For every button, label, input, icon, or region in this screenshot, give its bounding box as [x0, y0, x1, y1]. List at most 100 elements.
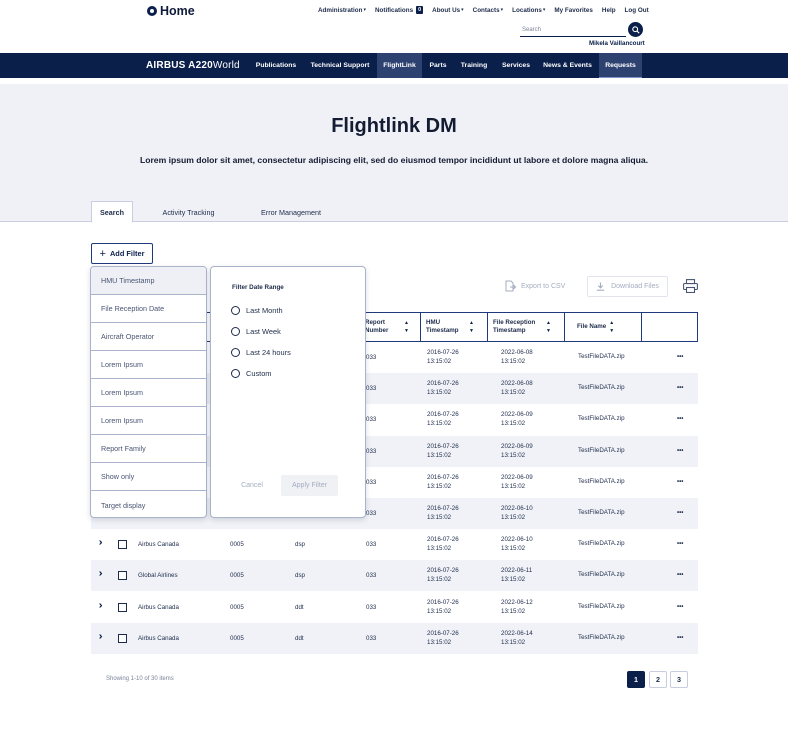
cell-report-number: 033	[366, 354, 377, 361]
download-files-label: Download Files	[611, 283, 659, 290]
tab-search[interactable]: Search	[91, 201, 133, 223]
print-button[interactable]	[683, 279, 698, 295]
nav-training[interactable]: Training	[455, 53, 493, 78]
tab-activity-tracking[interactable]: Activity Tracking	[150, 201, 227, 223]
col-hmu-timestamp[interactable]: HMU Timestamp ▲ ▼	[421, 312, 488, 342]
cell-reception-time: 13:15:02	[501, 576, 526, 583]
more-options-icon[interactable]: •••	[677, 541, 683, 547]
download-icon	[596, 282, 605, 291]
col-report-number[interactable]: Report Number ▲ ▼	[360, 312, 421, 342]
more-options-icon[interactable]: •••	[677, 510, 683, 516]
page-button-2[interactable]: 2	[649, 671, 667, 688]
cell-hmu-date: 2016-07-26	[427, 505, 459, 512]
more-options-icon[interactable]: •••	[677, 604, 683, 610]
export-csv-button[interactable]: Export to CSV	[505, 280, 565, 292]
radio-last-month[interactable]: Last Month	[231, 306, 283, 315]
filter-item-report-family[interactable]: Report Family	[91, 435, 206, 463]
cell-type: dsp	[295, 541, 305, 548]
home-logo[interactable]: Home	[147, 4, 195, 18]
util-notifications[interactable]: Notifications 0	[375, 6, 424, 14]
util-log-out[interactable]: Log Out	[625, 6, 649, 14]
nav-technical-support[interactable]: Technical Support	[306, 53, 374, 78]
nav-publications[interactable]: Publications	[249, 53, 303, 78]
filter-item-target-display[interactable]: Target display	[91, 491, 206, 517]
expand-row-chevron-icon[interactable]: ›	[99, 537, 103, 548]
row-checkbox[interactable]	[118, 540, 127, 549]
expand-row-chevron-icon[interactable]: ›	[99, 568, 103, 579]
filter-item-aircraft-operator[interactable]: Aircraft Operator	[91, 323, 206, 351]
notification-count-badge: 0	[416, 6, 424, 14]
nav-services[interactable]: Services	[496, 53, 536, 78]
radio-custom[interactable]: Custom	[231, 369, 271, 378]
cell-hmu-date: 2016-07-26	[427, 567, 459, 574]
sort-icon: ▲ ▼	[469, 320, 474, 334]
tab-error-management[interactable]: Error Management	[250, 201, 332, 223]
util-locations[interactable]: Locations ▾	[512, 6, 545, 14]
add-filter-button[interactable]: + Add Filter	[91, 243, 153, 264]
cell-reception-date: 2022-06-08	[501, 380, 533, 387]
cell-file-name: TestFileDATA.zip	[578, 447, 625, 454]
table-row[interactable]: › Airbus Canada 0005 ddt 033 2016-07-26 13:15:…	[91, 623, 698, 654]
radio-circle-icon	[231, 369, 240, 378]
cell-report-number: 033	[366, 541, 377, 548]
table-row[interactable]: › Global Airlines 0005 dsp 033 2016-07-26 13:1…	[91, 560, 698, 591]
util-my-favorites[interactable]: My Favorites	[554, 6, 593, 14]
cell-reception-date: 2022-06-10	[501, 536, 533, 543]
filter-item-file-reception-date[interactable]: File Reception Date	[91, 295, 206, 323]
cell-type: ddt	[295, 604, 304, 611]
cell-report-number: 033	[366, 604, 377, 611]
col-file-reception-timestamp[interactable]: File Reception Timestamp ▲ ▼	[488, 312, 565, 342]
radio-last-24-hours[interactable]: Last 24 hours	[231, 348, 291, 357]
cell-hmu-time: 13:15:02	[427, 420, 452, 427]
more-options-icon[interactable]: •••	[677, 385, 683, 391]
cell-report-number: 033	[366, 510, 377, 517]
expand-row-chevron-icon[interactable]: ›	[99, 600, 103, 611]
more-options-icon[interactable]: •••	[677, 354, 683, 360]
filter-item-hmu-timestamp[interactable]: HMU Timestamp	[91, 267, 206, 295]
nav-news-events[interactable]: News & Events	[539, 53, 596, 78]
util-contacts[interactable]: Contacts ▾	[473, 6, 503, 14]
nav-parts[interactable]: Parts	[424, 53, 452, 78]
home-icon	[147, 6, 157, 16]
apply-filter-button[interactable]: Apply Filter	[281, 475, 338, 496]
cell-operator: Airbus Canada	[138, 541, 179, 548]
cell-hmu-date: 2016-07-26	[427, 443, 459, 450]
filter-item-lorem-ipsum-1[interactable]: Lorem Ipsum	[91, 351, 206, 379]
cell-reception-time: 13:15:02	[501, 545, 526, 552]
user-name[interactable]: Mikela Vaillancourt	[589, 40, 645, 47]
nav-requests[interactable]: Requests	[599, 53, 642, 78]
cell-code: 0005	[230, 572, 244, 579]
util-administration[interactable]: Administration ▾	[318, 6, 366, 14]
table-row[interactable]: › Airbus Canada 0005 dsp 033 2016-07-26 13:15:…	[91, 529, 698, 560]
page-button-3[interactable]: 3	[670, 671, 688, 688]
row-checkbox[interactable]	[118, 603, 127, 612]
cell-file-name: TestFileDATA.zip	[578, 415, 625, 422]
download-files-button[interactable]: Download Files	[587, 276, 668, 297]
brand-logo[interactable]: AIRBUS A220World	[146, 60, 240, 71]
cell-reception-time: 13:15:02	[501, 514, 526, 521]
more-options-icon[interactable]: •••	[677, 635, 683, 641]
col-file-name[interactable]: File Name ▲ ▼	[565, 312, 642, 342]
search-button[interactable]	[628, 22, 643, 37]
cancel-button[interactable]: Cancel	[229, 475, 275, 496]
search-input[interactable]: Search	[520, 22, 626, 37]
more-options-icon[interactable]: •••	[677, 448, 683, 454]
more-options-icon[interactable]: •••	[677, 479, 683, 485]
nav-flightlink[interactable]: FlightLink	[377, 53, 422, 78]
expand-row-chevron-icon[interactable]: ›	[99, 631, 103, 642]
row-checkbox[interactable]	[118, 571, 127, 580]
filter-item-show-only[interactable]: Show only	[91, 463, 206, 491]
more-options-icon[interactable]: •••	[677, 572, 683, 578]
cell-report-number: 033	[366, 416, 377, 423]
printer-icon	[683, 279, 698, 294]
table-row[interactable]: › Airbus Canada 0005 ddt 033 2016-07-26 13:15:…	[91, 592, 698, 623]
filter-item-lorem-ipsum-3[interactable]: Lorem Ipsum	[91, 407, 206, 435]
page-button-1[interactable]: 1	[627, 671, 645, 688]
radio-last-week[interactable]: Last Week	[231, 327, 281, 336]
search-icon	[631, 25, 640, 34]
util-help[interactable]: Help	[602, 6, 616, 14]
filter-item-lorem-ipsum-2[interactable]: Lorem Ipsum	[91, 379, 206, 407]
more-options-icon[interactable]: •••	[677, 416, 683, 422]
util-about-us[interactable]: About Us ▾	[432, 6, 464, 14]
row-checkbox[interactable]	[118, 634, 127, 643]
